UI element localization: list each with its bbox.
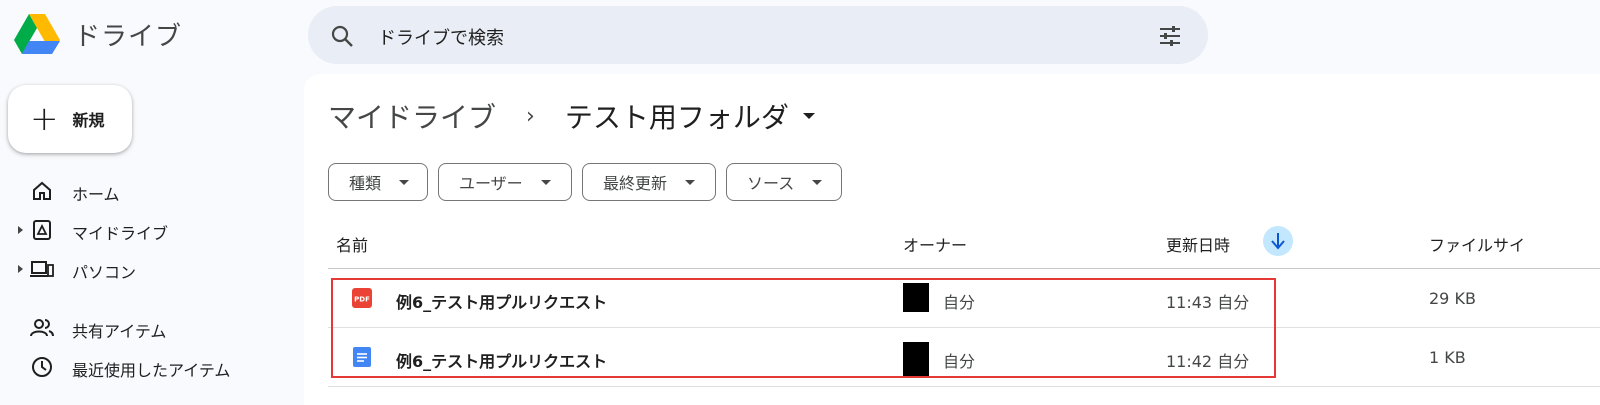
file-size: 1 KB <box>1429 348 1466 367</box>
column-header-size[interactable]: ファイルサイ <box>1429 232 1525 256</box>
selection-highlight-box <box>331 278 1276 378</box>
search-options-icon[interactable] <box>1158 24 1182 48</box>
column-header-modified[interactable]: 更新日時 <box>1166 232 1230 256</box>
filter-chip-label: ソース <box>747 174 795 193</box>
sidebar-item-recent[interactable]: 最近使用したアイテム <box>0 350 300 384</box>
folder-menu-dropdown-icon[interactable] <box>802 113 815 119</box>
sidebar-item-shared[interactable]: 共有アイテム <box>0 311 300 345</box>
filter-chip-label: ユーザー <box>459 174 523 193</box>
expand-caret-icon[interactable] <box>18 265 23 273</box>
filter-chips: 種類 ユーザー 最終更新 ソース <box>328 163 852 201</box>
chevron-down-icon <box>540 179 551 185</box>
breadcrumb-root[interactable]: マイドライブ <box>328 96 496 136</box>
filter-chip-label: 種類 <box>349 174 382 193</box>
sidebar-item-computers[interactable]: パソコン <box>0 252 300 286</box>
sidebar-item-label: 最近使用したアイテム <box>72 361 231 380</box>
drive-logo[interactable]: ドライブ <box>14 14 182 54</box>
filter-user-chip[interactable]: ユーザー <box>438 163 572 201</box>
sidebar-item-label: ホーム <box>72 185 120 204</box>
arrow-down-icon <box>1271 233 1285 250</box>
computer-icon <box>30 261 54 277</box>
sidebar-item-label: 共有アイテム <box>72 322 167 341</box>
home-icon <box>33 181 51 200</box>
expand-caret-icon[interactable] <box>18 226 23 234</box>
search-icon[interactable] <box>330 24 354 48</box>
my-drive-icon <box>33 220 51 240</box>
filter-modified-chip[interactable]: 最終更新 <box>582 163 716 201</box>
breadcrumb-current[interactable]: テスト用フォルダ <box>565 96 789 136</box>
google-drive-icon <box>14 14 60 54</box>
search-input[interactable]: ドライブで検索 <box>378 24 504 50</box>
sidebar-item-label: パソコン <box>72 263 137 282</box>
chevron-down-icon <box>812 179 823 185</box>
filter-type-chip[interactable]: 種類 <box>328 163 428 201</box>
breadcrumb-separator: › <box>526 103 535 129</box>
file-size: 29 KB <box>1429 289 1476 308</box>
new-button[interactable]: + 新規 <box>8 85 132 153</box>
sidebar-item-label: マイドライブ <box>72 224 169 243</box>
plus-icon: + <box>30 99 59 139</box>
sidebar-item-home[interactable]: ホーム <box>0 174 300 208</box>
sort-direction-button[interactable] <box>1263 226 1293 256</box>
column-header-name[interactable]: 名前 <box>336 232 368 256</box>
breadcrumb: マイドライブ › テスト用フォルダ <box>328 96 815 136</box>
new-button-label: 新規 <box>72 111 105 130</box>
filter-chip-label: 最終更新 <box>603 174 668 193</box>
filter-source-chip[interactable]: ソース <box>726 163 842 201</box>
search-bar[interactable]: ドライブで検索 <box>308 6 1208 64</box>
chevron-down-icon <box>399 179 410 185</box>
chevron-down-icon <box>685 179 696 185</box>
app-title: ドライブ <box>74 21 183 52</box>
column-header-owner[interactable]: オーナー <box>903 232 967 256</box>
sidebar-item-my-drive[interactable]: マイドライブ <box>0 213 300 247</box>
table-header: 名前 オーナー 更新日時 ファイルサイ <box>328 217 1600 269</box>
shared-icon <box>30 319 54 337</box>
clock-icon <box>32 357 52 377</box>
